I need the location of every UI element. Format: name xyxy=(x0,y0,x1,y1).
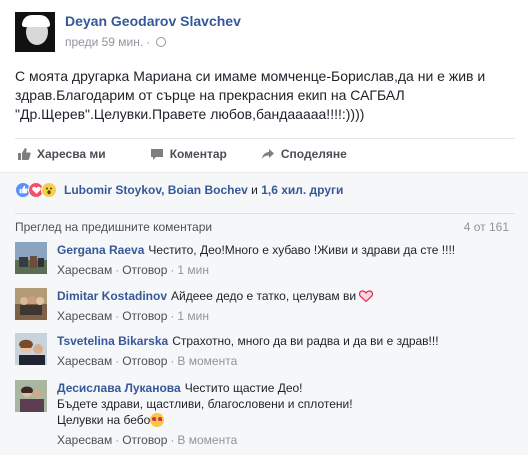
comment-actions: Харесвам · Отговор · В момента xyxy=(57,353,517,369)
comments-section: Преглед на предишните коментари 4 от 161… xyxy=(0,206,528,455)
heart-eyes-emoji-icon xyxy=(150,413,165,427)
separator-dot: · xyxy=(115,433,120,447)
separator-dot: · xyxy=(146,35,151,49)
comment-like-link[interactable]: Харесвам xyxy=(57,353,112,369)
author-avatar[interactable] xyxy=(15,12,55,52)
comment-reply-link[interactable]: Отговор xyxy=(122,308,167,324)
globe-icon[interactable] xyxy=(156,37,167,47)
comment-button-label: Коментар xyxy=(169,146,227,161)
comment-text: Айдеее дедо е татко, целувам ви xyxy=(171,289,357,303)
comment-actions: Харесвам · Отговор · 1 мин xyxy=(57,262,517,278)
like-button-label: Харесва ми xyxy=(37,146,106,161)
separator-dot: · xyxy=(170,433,175,447)
separator-dot: · xyxy=(170,263,175,277)
comment-reply-link[interactable]: Отговор xyxy=(122,353,167,369)
comment-actions: Харесвам · Отговор · В момента xyxy=(57,432,517,448)
comments-count: 4 от 161 xyxy=(463,220,509,234)
comment-actions: Харесвам · Отговор · 1 мин xyxy=(57,308,517,324)
reaction-names-list[interactable]: Lubomir Stoykov, Boian Bochev xyxy=(64,183,248,197)
comment-text-line-2: Бъдете здрави, щастливи, благословени и … xyxy=(57,397,353,411)
comment-reply-link[interactable]: Отговор xyxy=(122,262,167,278)
like-button[interactable]: Харесва ми xyxy=(17,147,106,161)
comment-timestamp[interactable]: В момента xyxy=(177,432,237,448)
comment-text: Честито, Део!Много е хубаво !Живи и здра… xyxy=(148,243,456,257)
comment-body: Dimitar Kostadinov Айдеее дедо е татко, ц… xyxy=(57,288,517,324)
commenter-name[interactable]: Gergana Raeva xyxy=(57,243,144,257)
comment-like-link[interactable]: Харесвам xyxy=(57,262,112,278)
heart-emoji-icon xyxy=(359,290,374,302)
comment-timestamp[interactable]: 1 мин xyxy=(177,262,209,278)
comment-text-line-3: Целувки на бебо xyxy=(57,413,151,427)
post-header: Deyan Geodarov Slavchev преди 59 мин. · xyxy=(15,12,515,54)
separator-dot: · xyxy=(115,309,120,323)
separator-dot: · xyxy=(115,354,120,368)
separator-dot: · xyxy=(115,263,120,277)
reaction-names[interactable]: Lubomir Stoykov, Boian Bochev и 1,6 хил.… xyxy=(64,183,343,197)
commenter-avatar[interactable] xyxy=(15,333,47,365)
comment-body: Gergana Raeva Честито, Део!Много е хубаво… xyxy=(57,242,517,278)
comment-body: Tsvetelina Bikarska Страхотно, много да в… xyxy=(57,333,517,369)
commenter-name[interactable]: Десислава Луканова xyxy=(57,381,181,395)
comment-text: Страхотно, много да ви радва и да ви е з… xyxy=(172,334,439,348)
comment-body: Десислава Луканова Честито щастие Део! Бъ… xyxy=(57,380,517,448)
share-arrow-icon xyxy=(261,148,274,159)
post-action-bar: Харесва ми Коментар Споделяне xyxy=(15,138,515,168)
comment-timestamp[interactable]: В момента xyxy=(177,353,237,369)
post-text: С моята другарка Мариана си имаме момчен… xyxy=(15,68,486,122)
commenter-name[interactable]: Tsvetelina Bikarska xyxy=(57,334,168,348)
separator-dot: · xyxy=(170,354,175,368)
comment-text-line-1: Честито щастие Део! xyxy=(184,381,303,395)
reaction-others-count[interactable]: 1,6 хил. други xyxy=(261,183,343,197)
post-timestamp[interactable]: преди 59 мин. xyxy=(65,35,143,49)
comment-timestamp[interactable]: 1 мин xyxy=(177,308,209,324)
commenter-name[interactable]: Dimitar Kostadinov xyxy=(57,289,167,303)
separator-dot: · xyxy=(170,309,175,323)
post-author-name[interactable]: Deyan Geodarov Slavchev xyxy=(65,13,241,29)
reaction-names-joiner: и xyxy=(247,182,262,197)
commenter-avatar[interactable] xyxy=(15,288,47,320)
comment-bubble-icon xyxy=(150,148,163,160)
view-previous-row: Преглед на предишните коментари 4 от 161 xyxy=(15,220,515,234)
commenter-avatar[interactable] xyxy=(15,380,47,412)
wow-reaction-icon[interactable] xyxy=(41,181,57,198)
post-meta: преди 59 мин. · xyxy=(65,35,167,49)
comment-button[interactable]: Коментар xyxy=(150,147,227,161)
share-button-label: Споделяне xyxy=(280,146,347,161)
view-previous-comments-link[interactable]: Преглед на предишните коментари xyxy=(15,220,212,234)
share-button[interactable]: Споделяне xyxy=(261,147,347,161)
comment-like-link[interactable]: Харесвам xyxy=(57,308,112,324)
comment-like-link[interactable]: Харесвам xyxy=(57,432,112,448)
commenter-avatar[interactable] xyxy=(15,242,47,274)
divider xyxy=(15,213,515,214)
comment-reply-link[interactable]: Отговор xyxy=(122,432,167,448)
thumbs-up-icon xyxy=(18,147,31,160)
reactions-summary: Lubomir Stoykov, Boian Bochev и 1,6 хил.… xyxy=(0,172,528,206)
